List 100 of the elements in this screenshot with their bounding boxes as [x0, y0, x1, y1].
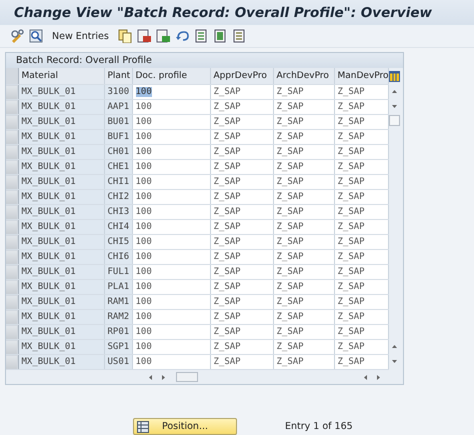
table-cell: Z_SAP [273, 234, 334, 250]
table-cell: 100 [132, 100, 210, 114]
search-icon[interactable] [29, 29, 43, 43]
row-selector[interactable] [6, 206, 17, 218]
row-selector[interactable] [6, 356, 17, 368]
entry-count: Entry 1 of 165 [285, 421, 353, 432]
document-square-icon[interactable] [156, 29, 170, 43]
row-selector[interactable] [6, 326, 17, 338]
table-cell: MX_BULK_01 [18, 174, 104, 190]
row-selector[interactable] [6, 310, 17, 324]
table-cell: 100 [132, 204, 210, 220]
column-header[interactable]: Material [18, 68, 104, 84]
table-cell: Z_SAP [273, 174, 334, 190]
undo-icon[interactable] [174, 29, 189, 43]
table-cell: MX_BULK_01 [18, 144, 104, 160]
scroll-thumb[interactable] [389, 115, 400, 126]
table-cell: Z_SAP [273, 204, 334, 220]
table-cell: Z_SAP [334, 220, 388, 234]
table-cell: PLA1 [104, 280, 132, 294]
table-cell: 100 [132, 264, 210, 280]
column-settings-icon[interactable] [389, 70, 400, 82]
row-selector[interactable] [6, 176, 17, 188]
row-selector[interactable] [6, 250, 17, 264]
column-header[interactable]: ApprDevPro [210, 68, 273, 84]
row-selector[interactable] [6, 280, 17, 294]
table-cell: Z_SAP [210, 220, 273, 234]
row-selector[interactable] [6, 296, 17, 308]
row-selector[interactable] [6, 130, 17, 144]
table-cell: 100 [132, 310, 210, 324]
table-cell: MX_BULK_01 [18, 114, 104, 130]
table-cell: FUL1 [104, 264, 132, 280]
table-cell: MX_BULK_01 [18, 280, 104, 294]
list-icon[interactable] [194, 29, 208, 43]
new-entries-button[interactable]: New Entries [48, 30, 113, 42]
table-cell: Z_SAP [273, 340, 334, 354]
table-cell: MX_BULK_01 [18, 340, 104, 354]
table-cell: Z_SAP [273, 264, 334, 280]
table-cell: Z_SAP [334, 324, 388, 340]
column-header[interactable]: Plant [104, 68, 132, 84]
row-selector[interactable] [6, 146, 17, 158]
table-cell: 100 [132, 280, 210, 294]
table-cell: MX_BULK_01 [18, 324, 104, 340]
row-selector[interactable] [6, 340, 17, 354]
table-cell: MX_BULK_01 [18, 220, 104, 234]
table-cell: 3100 [104, 84, 132, 100]
table-cell: 100 [132, 174, 210, 190]
table-cell: 100 [132, 160, 210, 174]
position-button[interactable]: Position... [133, 418, 237, 435]
column-header[interactable]: ArchDevPro [273, 68, 334, 84]
table-cell: Z_SAP [273, 294, 334, 310]
table-cell: Z_SAP [334, 160, 388, 174]
table-cell: Z_SAP [273, 250, 334, 264]
table-title: Batch Record: Overall Profile [6, 53, 403, 68]
table-cell: Z_SAP [334, 354, 388, 370]
table-cell: Z_SAP [210, 340, 273, 354]
table-cell: 100 [132, 234, 210, 250]
table-cell: RAM2 [104, 310, 132, 324]
glasses-pencil-icon[interactable] [10, 29, 24, 43]
table-cell: Z_SAP [210, 354, 273, 370]
table-cell: Z_SAP [334, 100, 388, 114]
table-cell: RP01 [104, 324, 132, 340]
row-selector[interactable] [6, 116, 17, 128]
table-cell: CHI1 [104, 174, 132, 190]
table-cell: Z_SAP [210, 310, 273, 324]
table-cell: Z_SAP [210, 100, 273, 114]
table-cell: Z_SAP [210, 190, 273, 204]
row-selector[interactable] [6, 220, 17, 234]
table-cell: Z_SAP [334, 204, 388, 220]
list-icon[interactable] [212, 29, 227, 43]
table-cell: US01 [104, 354, 132, 370]
row-selector[interactable] [6, 100, 17, 114]
table-cell: Z_SAP [210, 250, 273, 264]
list-icon[interactable] [232, 29, 246, 43]
table-cell: Z_SAP [273, 160, 334, 174]
scroll-thumb[interactable] [176, 372, 198, 382]
table-cell: Z_SAP [334, 280, 388, 294]
table-cell: Z_SAP [273, 310, 334, 324]
table-cell: MX_BULK_01 [18, 234, 104, 250]
table-cell: Z_SAP [273, 114, 334, 130]
column-header[interactable]: ManDevPro [334, 68, 388, 84]
row-selector[interactable] [6, 190, 17, 204]
window-title: Change View "Batch Record: Overall Profile": Overview [14, 4, 432, 20]
table-cell: Z_SAP [210, 84, 273, 100]
column-header[interactable]: Doc. profile [132, 68, 210, 84]
row-selector[interactable] [6, 266, 17, 278]
table-cell: MX_BULK_01 [18, 310, 104, 324]
table-cell: MX_BULK_01 [18, 264, 104, 280]
table-cell: Z_SAP [273, 100, 334, 114]
table-cell: 100 [132, 190, 210, 204]
row-selector[interactable] [6, 86, 17, 98]
copy-icon[interactable] [118, 29, 132, 43]
document-block-icon[interactable] [136, 29, 151, 43]
row-selector[interactable] [6, 236, 17, 248]
table-cell: Z_SAP [273, 220, 334, 234]
table-cell: Z_SAP [273, 84, 334, 100]
row-selector[interactable] [6, 160, 17, 174]
table-cell: MX_BULK_01 [18, 294, 104, 310]
table-cell: MX_BULK_01 [18, 190, 104, 204]
table-cell: Z_SAP [210, 294, 273, 310]
table-cell: 100 [132, 354, 210, 370]
